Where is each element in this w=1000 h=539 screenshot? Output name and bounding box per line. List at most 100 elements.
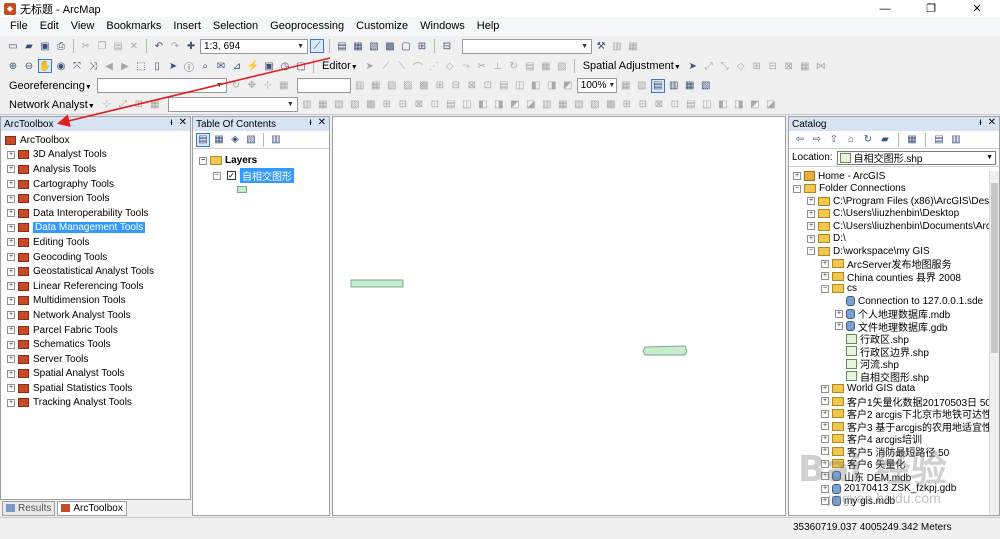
paste-icon[interactable]: ▤ xyxy=(111,39,125,53)
layer-item[interactable]: − ✓ 自相交图形 xyxy=(193,168,329,183)
new-limited-adjustment-icon[interactable]: ⊟ xyxy=(766,59,780,73)
find-icon[interactable]: ⌕ xyxy=(198,59,212,73)
expand-icon[interactable]: + xyxy=(7,340,15,349)
network-layer-combo[interactable]: ▼ xyxy=(167,97,298,112)
toolbox-item[interactable]: + Spatial Analyst Tools xyxy=(1,367,190,382)
back-arrow-icon[interactable]: ⇦ xyxy=(793,133,807,147)
georeferencing-menu-button[interactable]: Georeferencing▼ xyxy=(6,80,95,92)
tool-icon[interactable]: ⊡ xyxy=(428,98,442,112)
home-icon[interactable]: ⌂ xyxy=(844,133,858,147)
arctoolbox-window-icon[interactable]: ▩ xyxy=(383,39,397,53)
tool-icon[interactable]: ▧ xyxy=(635,79,649,93)
expand-icon[interactable]: + xyxy=(7,326,15,335)
menu-windows[interactable]: Windows xyxy=(414,17,471,36)
menu-customize[interactable]: Customize xyxy=(350,17,414,36)
menu-help[interactable]: Help xyxy=(471,17,506,36)
undo-icon[interactable]: ↶ xyxy=(152,39,166,53)
tool-icon[interactable]: ▧ xyxy=(332,98,346,112)
tool-icon[interactable]: ▥ xyxy=(300,98,314,112)
rotate-tool-icon[interactable]: ↻ xyxy=(507,59,521,73)
toolbox-item[interactable]: + Conversion Tools xyxy=(1,191,190,206)
toolbox-item[interactable]: + Network Analyst Tools xyxy=(1,308,190,323)
catalog-item[interactable]: + 客户2 arcgis下北京市地铁可达性分 xyxy=(789,408,999,420)
catalog-item[interactable]: 行政区边界.shp xyxy=(789,345,999,358)
menu-edit[interactable]: Edit xyxy=(34,17,65,36)
tool-icon[interactable]: ⊟ xyxy=(449,79,463,93)
collapse-icon[interactable]: − xyxy=(807,247,815,256)
collapse-icon[interactable]: − xyxy=(213,171,221,180)
edit-vertices-icon[interactable]: ◇ xyxy=(443,59,457,73)
tool-icon[interactable]: ◫ xyxy=(513,79,527,93)
layers-group[interactable]: − Layers xyxy=(193,153,329,168)
menu-geoprocessing[interactable]: Geoprocessing xyxy=(264,17,350,36)
collapse-icon[interactable]: − xyxy=(793,184,801,193)
close-icon[interactable]: ✕ xyxy=(179,117,187,128)
hammer-icon[interactable]: ⚒ xyxy=(594,39,608,53)
catalog-item[interactable]: + my gis.mdb xyxy=(789,495,999,508)
expand-icon[interactable]: + xyxy=(7,165,15,174)
layer-combo[interactable]: ▼ xyxy=(462,38,592,54)
tool-icon[interactable]: ⊞ xyxy=(380,98,394,112)
expand-icon[interactable]: + xyxy=(821,422,829,431)
expand-icon[interactable]: + xyxy=(821,434,829,443)
modify-link-icon[interactable]: ⤡ xyxy=(718,59,732,73)
expand-icon[interactable]: + xyxy=(807,234,815,243)
back-arrow-icon[interactable]: ◀ xyxy=(102,59,116,73)
feature-polygon-2[interactable] xyxy=(642,345,688,356)
expand-icon[interactable]: + xyxy=(821,259,829,268)
location-combo[interactable]: 自相交图形.shp ▼ xyxy=(836,150,996,165)
tool-icon[interactable]: ▤ xyxy=(684,98,698,112)
tool-icon[interactable]: ▧ xyxy=(385,79,399,93)
toolbox-item[interactable]: + Geostatistical Analyst Tools xyxy=(1,264,190,279)
catalog-item[interactable]: + ArcServer发布地图服务 xyxy=(789,258,999,270)
end-point-arc-icon[interactable]: ⌒ xyxy=(411,59,425,74)
expand-icon[interactable]: + xyxy=(821,472,829,481)
collapse-icon[interactable]: − xyxy=(199,156,207,165)
tool-icon[interactable]: ◨ xyxy=(492,98,506,112)
expand-icon[interactable]: + xyxy=(7,282,15,291)
zoom-in-icon[interactable]: ⊕ xyxy=(6,59,20,73)
tool-icon[interactable]: ⊡ xyxy=(481,79,495,93)
menu-selection[interactable]: Selection xyxy=(207,17,264,36)
toolbox-item[interactable]: + Tracking Analyst Tools xyxy=(1,396,190,411)
toolbox-item[interactable]: + Linear Referencing Tools xyxy=(1,279,190,294)
toolbox-item[interactable]: + Schematics Tools xyxy=(1,337,190,352)
select-features-icon[interactable]: ⬚ xyxy=(134,59,148,73)
expand-icon[interactable]: + xyxy=(7,384,15,393)
edit-annotation-icon[interactable]: ⟋ xyxy=(379,59,393,73)
expand-icon[interactable]: + xyxy=(821,497,829,506)
list-by-drawing-order-icon[interactable]: ▤ xyxy=(196,132,210,147)
tool-icon[interactable]: ▦ xyxy=(556,98,570,112)
tool-icon[interactable]: ◫ xyxy=(460,98,474,112)
auto-hide-pin-icon[interactable]: ᵼ xyxy=(170,117,172,128)
georef-input-field[interactable] xyxy=(296,78,351,93)
layout-tool-icon[interactable]: ▧ xyxy=(699,79,713,93)
menu-bookmarks[interactable]: Bookmarks xyxy=(100,17,167,36)
tool-icon[interactable]: ⊟ xyxy=(636,98,650,112)
tool-icon[interactable]: ▦ xyxy=(626,39,640,53)
auto-hide-pin-icon[interactable]: ᵼ xyxy=(309,117,311,128)
network-tool-icon[interactable]: ⊹ xyxy=(100,98,114,112)
expand-icon[interactable]: + xyxy=(793,172,801,181)
tool-icon[interactable]: ⊡ xyxy=(668,98,682,112)
catalog-item[interactable]: + 客户6 矢量化 xyxy=(789,458,999,470)
full-extent-icon[interactable]: ◉ xyxy=(54,59,68,73)
trace-icon[interactable]: ⋰ xyxy=(427,59,441,73)
auto-hide-pin-icon[interactable]: ᵼ xyxy=(979,117,981,128)
spatial-adjustment-menu-button[interactable]: Spatial Adjustment▼ xyxy=(580,60,684,72)
expand-icon[interactable]: + xyxy=(7,398,15,407)
add-control-points-icon[interactable]: ⊹ xyxy=(261,79,275,93)
time-slider-icon[interactable]: ◷ xyxy=(278,59,292,73)
expand-icon[interactable]: + xyxy=(807,209,815,218)
delete-icon[interactable]: ✕ xyxy=(127,39,141,53)
create-features-icon[interactable]: ▧ xyxy=(555,59,569,73)
tool-icon[interactable]: ◧ xyxy=(476,98,490,112)
new-document-icon[interactable]: ▭ xyxy=(6,39,20,53)
layer-symbol-swatch[interactable] xyxy=(237,186,247,193)
view-link-table-icon[interactable]: ▦ xyxy=(798,59,812,73)
tool-icon[interactable]: ▤ xyxy=(444,98,458,112)
expand-icon[interactable]: + xyxy=(7,311,15,320)
menu-file[interactable]: File xyxy=(4,17,34,36)
catalog-item[interactable]: 行政区.shp xyxy=(789,333,999,345)
open-folder-icon[interactable]: ▰ xyxy=(22,39,36,53)
